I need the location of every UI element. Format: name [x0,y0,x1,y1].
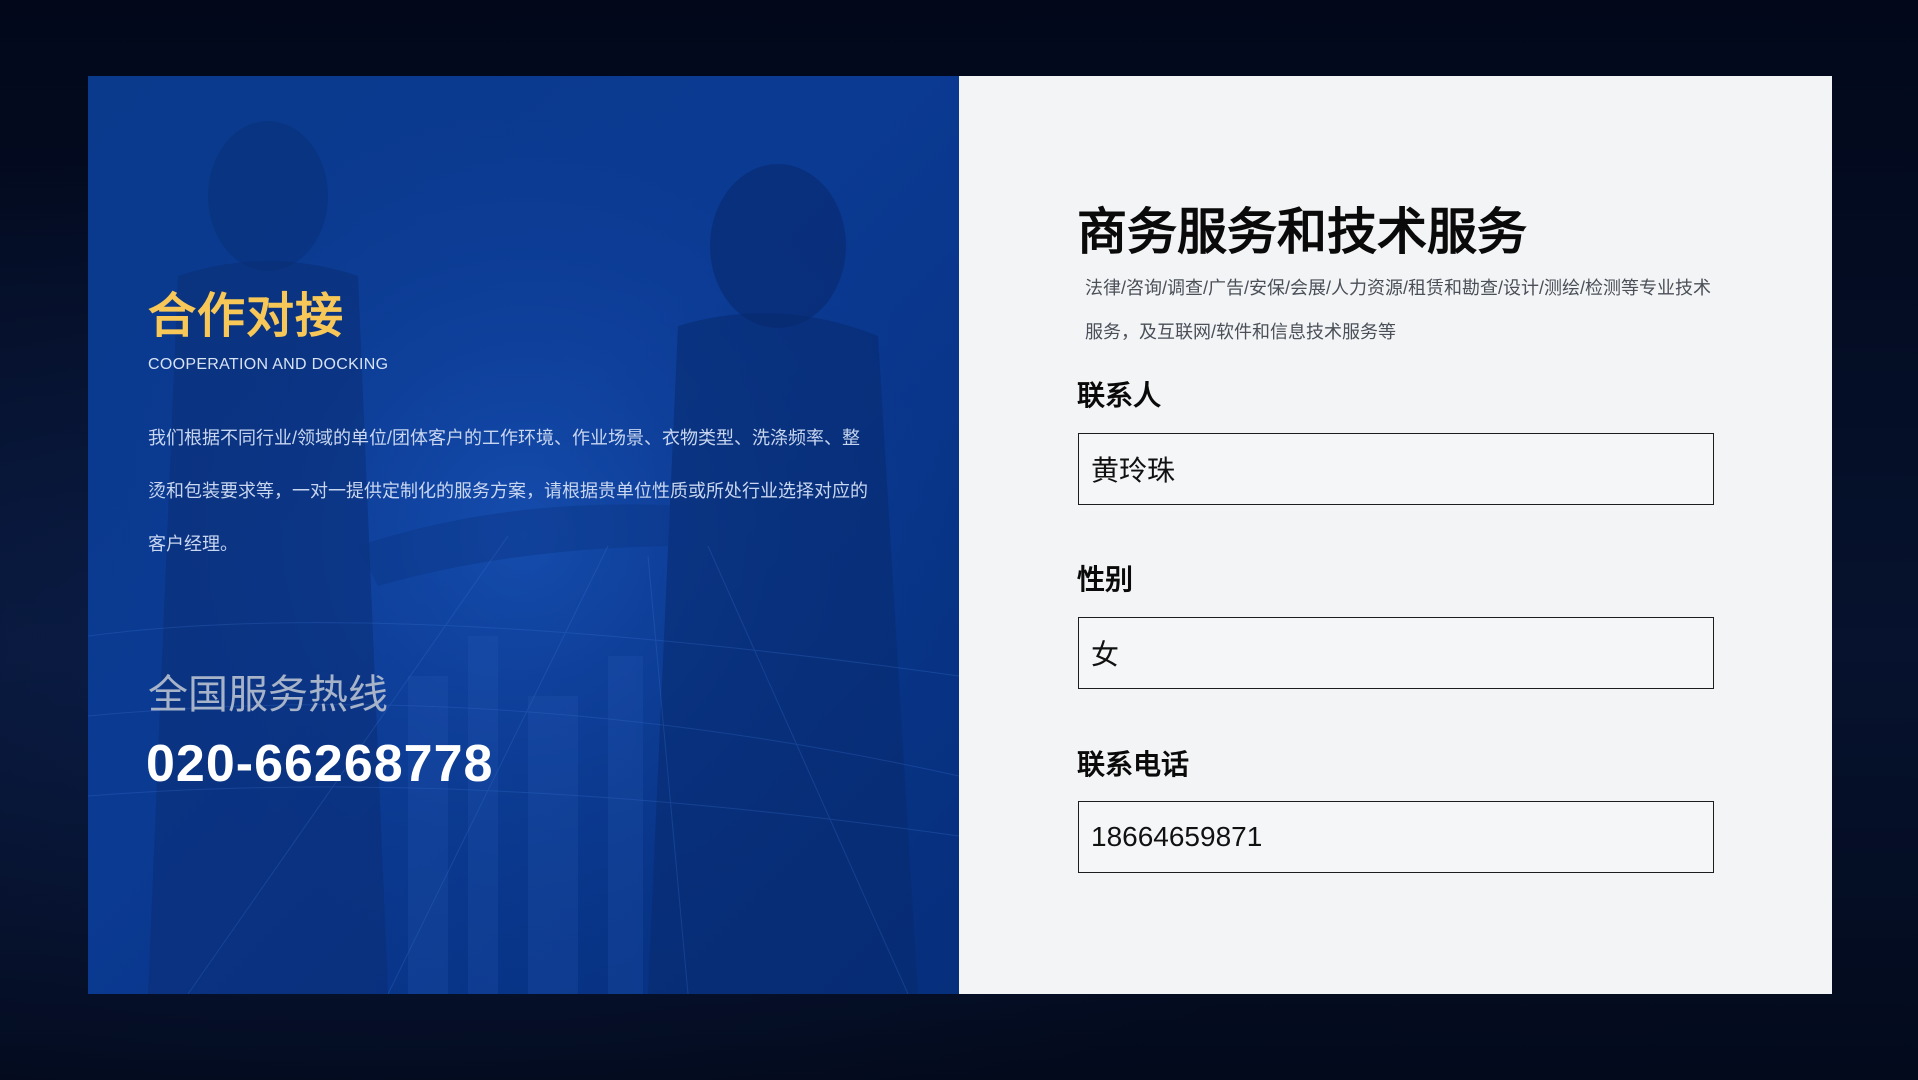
service-description: 法律/咨询/调查/广告/安保/会展/人力资源/租赁和勘查/设计/测绘/检测等专业… [1085,278,1712,342]
service-title: 商务服务和技术服务 [1077,204,1527,260]
contact-name-label: 联系人 [1077,380,1162,411]
contact-form-panel: 商务服务和技术服务 法律/咨询/调查/广告/安保/会展/人力资源/租赁和勘查/设… [959,76,1832,994]
cooperation-panel: 合作对接 COOPERATION AND DOCKING 我们根据不同行业/领域… [88,76,959,994]
phone-label: 联系电话 [1077,749,1190,780]
gender-label: 性别 [1077,564,1134,595]
cooperation-title: 合作对接 [148,290,345,343]
cooperation-description: 我们根据不同行业/领域的单位/团体客户的工作环境、作业场景、衣物类型、洗涤频率、… [148,428,868,554]
hotline-label: 全国服务热线 [148,673,388,717]
cooperation-card: 合作对接 COOPERATION AND DOCKING 我们根据不同行业/领域… [88,76,1832,994]
phone-field[interactable] [1078,801,1714,873]
cooperation-subtitle: COOPERATION AND DOCKING [148,356,389,373]
hotline-number[interactable]: 020-66268778 [146,734,493,794]
contact-name-field[interactable] [1078,433,1714,505]
gender-field[interactable] [1078,617,1714,689]
